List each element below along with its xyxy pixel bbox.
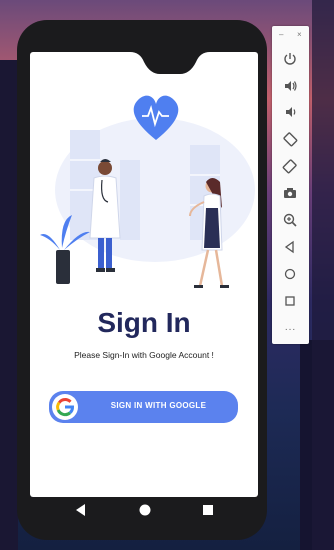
emulator-toolbar: – × ... [272,26,309,344]
zoom-icon[interactable] [281,211,299,229]
power-icon[interactable] [281,50,299,68]
page-subtitle: Please Sign-In with Google Account ! [74,350,214,360]
volume-up-icon[interactable] [281,77,299,95]
overview-icon[interactable] [281,292,299,310]
back-triangle-icon[interactable] [74,503,86,517]
android-nav-bar [30,497,258,527]
google-logo-icon [52,394,78,420]
doctors-illustration [40,95,255,288]
home-circle-icon[interactable] [138,503,152,517]
rotate-left-icon[interactable] [281,130,299,148]
camera-icon[interactable] [281,184,299,202]
rotate-right-icon[interactable] [281,157,299,175]
volume-down-icon[interactable] [281,103,299,121]
back-icon[interactable] [281,238,299,256]
recents-square-icon[interactable] [202,503,214,517]
app-screen: Sign In Please Sign-In with Google Accou… [30,52,258,497]
minimize-button[interactable]: – [279,30,283,39]
google-sign-in-button[interactable]: SIGN IN WITH GOOGLE [49,391,238,423]
background-tree [0,60,18,550]
google-sign-in-label: SIGN IN WITH GOOGLE [110,401,207,410]
home-icon[interactable] [281,265,299,283]
close-button[interactable]: × [297,30,302,39]
page-title: Sign In [97,307,191,338]
camera-notch [130,52,210,74]
background-tree [312,0,334,550]
more-options-button[interactable]: ... [272,322,309,333]
